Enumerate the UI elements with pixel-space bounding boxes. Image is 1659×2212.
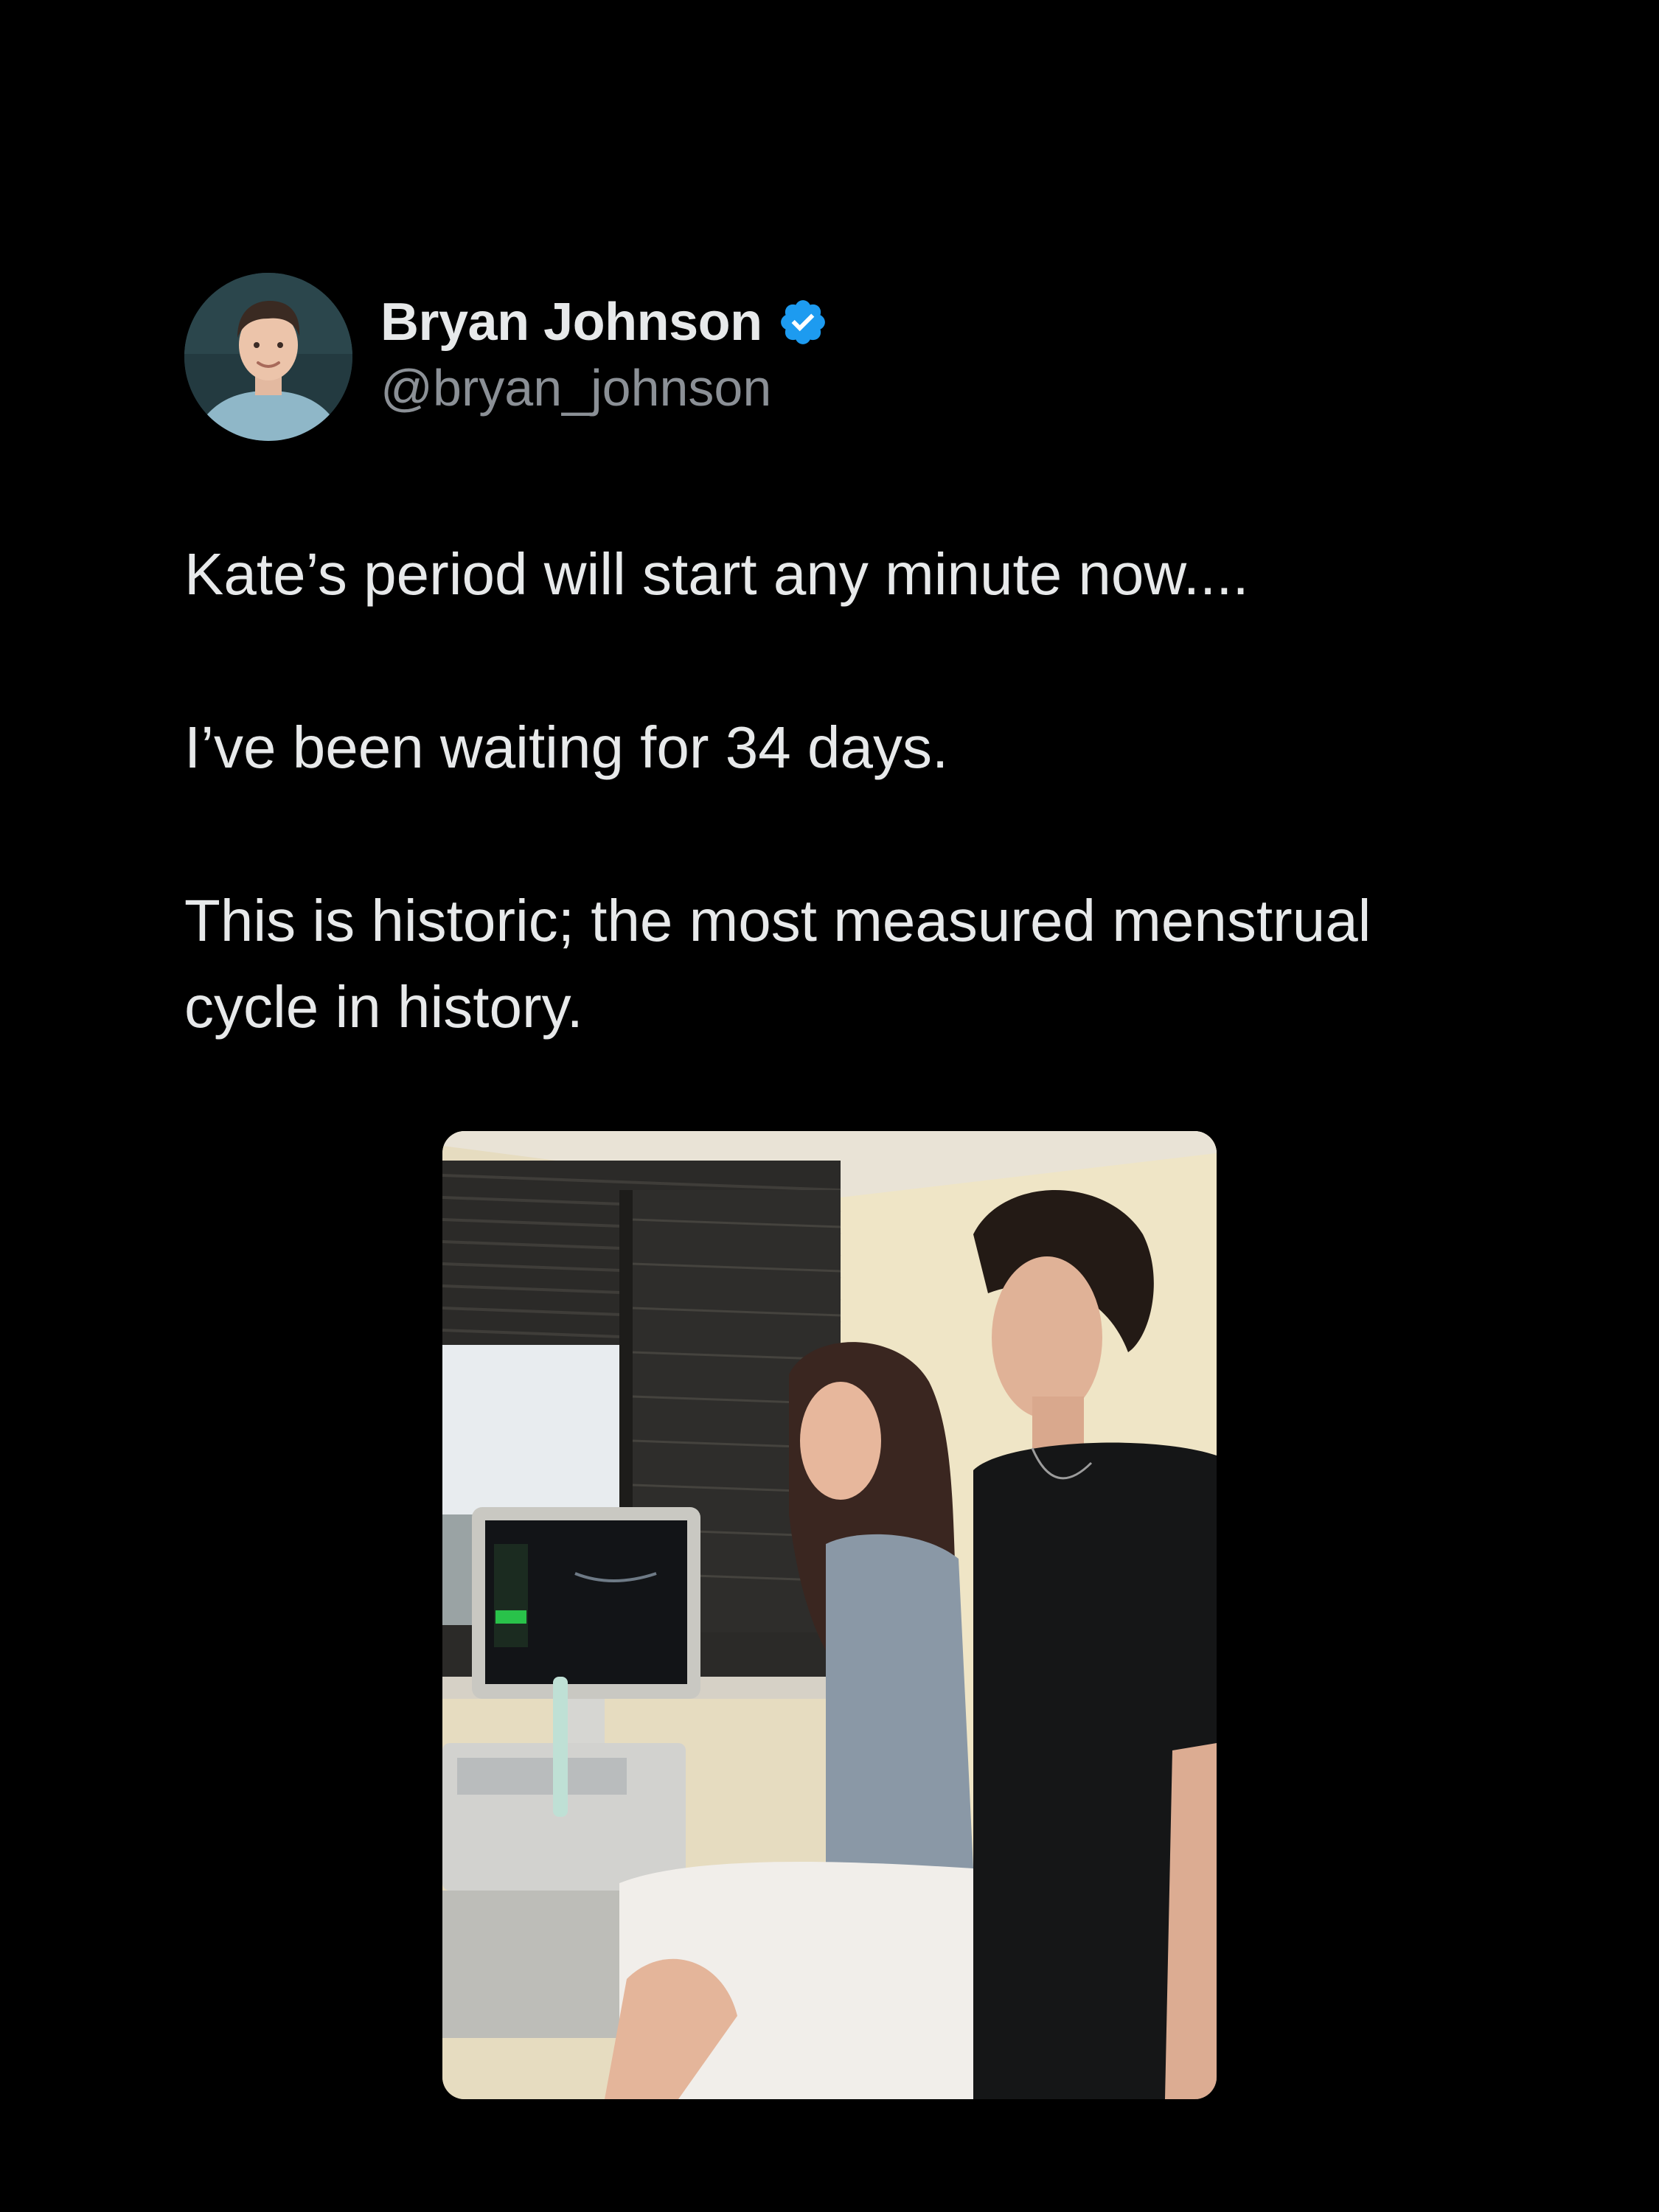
tweet-paragraph: Kate’s period will start any minute now.…: [184, 531, 1512, 617]
tweet-paragraph: This is historic; the most measured mens…: [184, 877, 1512, 1050]
tweet-text-line: Kate’s period will start any minute now.…: [184, 541, 1249, 607]
tweet-media-photo[interactable]: [442, 1131, 1217, 2099]
verified-badge-icon: [777, 296, 829, 348]
author-handle[interactable]: @bryan_johnson: [380, 358, 771, 417]
author-avatar[interactable]: [184, 273, 352, 441]
tweet-text-line: I’ve been waiting for 34 days.: [184, 714, 949, 780]
tweet-text-line: This is historic; the most measured mens…: [184, 888, 1371, 1040]
author-name-row[interactable]: Bryan Johnson: [380, 289, 829, 355]
clinic-ultrasound-photo: [442, 1131, 1217, 2099]
profile-photo: [184, 273, 352, 441]
tweet-paragraph: I’ve been waiting for 34 days.: [184, 704, 1512, 790]
author-display-name[interactable]: Bryan Johnson: [380, 292, 762, 352]
